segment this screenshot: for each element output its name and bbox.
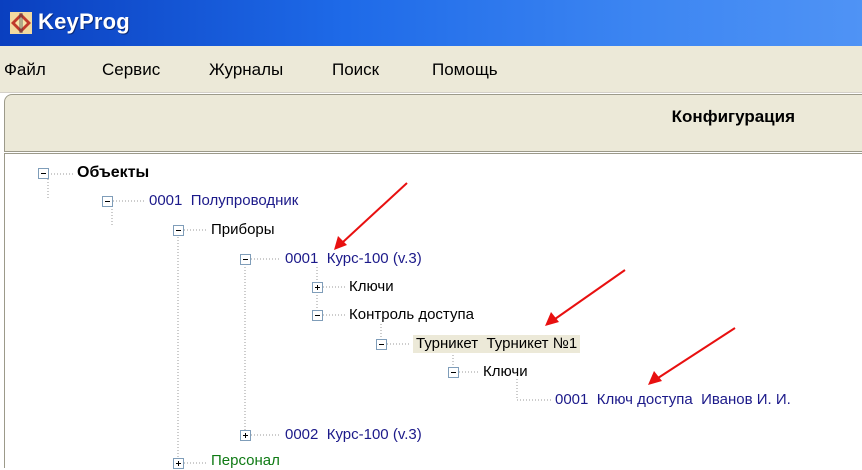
annotation-arrows — [334, 182, 736, 385]
annotation-arrow — [334, 182, 408, 250]
annotation-arrow — [545, 269, 626, 326]
annotation-arrow — [648, 327, 736, 385]
